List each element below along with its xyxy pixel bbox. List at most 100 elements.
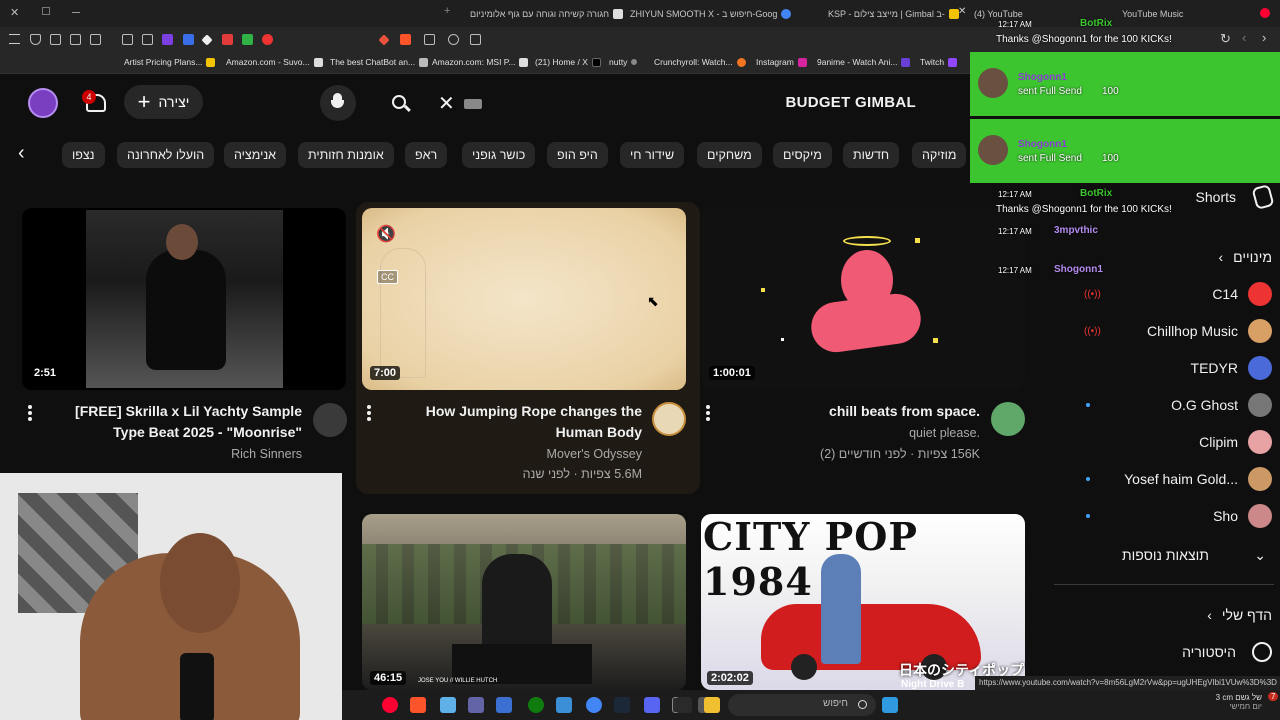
bookmark-item[interactable]: nutty [609,57,638,67]
cast-icon[interactable] [470,34,481,45]
bookmark-item[interactable]: Crunchyroll: Watch... [654,57,746,67]
close-window-icon[interactable]: ✕ [10,6,19,19]
channel-name: TEDYR [1190,360,1238,376]
tab-aluminum-belt[interactable]: חגורה קשיחה וגוחה עם גוף אלומיניום [470,4,624,23]
chip-rap[interactable]: ראפ [405,142,448,168]
chip-live[interactable]: שידור חי [620,142,685,168]
windows-start-icon[interactable] [882,697,898,713]
chip-watched[interactable]: נצפו [62,142,105,168]
channel-avatar[interactable] [313,403,347,437]
tab-zhiyun-search[interactable]: ZHIYUN SMOOTH X - חיפוש ב-Goog [630,4,792,23]
video-title[interactable]: chill beats from space. [740,401,980,422]
zoom-icon[interactable] [448,34,459,45]
ext-diamond-icon[interactable] [201,34,213,46]
brave-shield-icon[interactable] [400,34,411,45]
bookmark-item[interactable]: Amazon.com - Suvo... [226,57,323,67]
screenshot-icon[interactable] [122,34,133,45]
chip-visual-arts[interactable]: אומנות חזותית [298,142,394,168]
keyboard-icon[interactable] [464,99,482,109]
video-thumbnail[interactable]: 2:51 [22,208,346,390]
video-menu-icon[interactable] [28,405,32,421]
discord-taskbar-icon[interactable] [644,697,660,713]
bookmark-item[interactable]: Twitch [920,57,958,67]
weather-widget[interactable]: 3 cm של גשם יום חמישי [1162,693,1262,719]
bookmark-item[interactable]: The best ChatBot an... [330,57,429,67]
bookmark-item[interactable]: Amazon.com: MSI P... [432,57,529,67]
video-title[interactable]: How Jumping Rope changes the Human Body [400,401,642,443]
chip-music[interactable]: מוזיקה [912,142,967,168]
sidebar-channel-og-ghost[interactable]: O.G Ghost [1052,388,1272,422]
app-taskbar-icon[interactable] [556,697,572,713]
video-channel[interactable]: Mover's Odyssey [400,447,642,461]
sidebar-channel-yosef[interactable]: Yosef haim Gold... [1052,462,1272,496]
brave-rewards-icon[interactable] [378,34,390,46]
taskbar-search-box[interactable]: חיפוש [728,694,876,716]
bookmark-item[interactable]: Instagram [756,57,807,67]
id-taskbar-icon[interactable] [502,697,518,713]
video-channel[interactable]: quiet please. [740,426,980,440]
create-button[interactable]: יצירה + [124,85,203,119]
tab-ksp-gimbal[interactable]: KSP - מייצב צילום | Gimbal ב- [828,4,959,23]
video-thumbnail[interactable]: CITY POP 1984 日本のシティポップ Night Drive B 2:… [701,514,1025,690]
minimize-icon[interactable] [72,12,80,13]
brave-taskbar-icon[interactable] [410,697,426,713]
sidebar-channel-clipim[interactable]: Clipim [1052,425,1272,459]
epic-games-taskbar-icon[interactable] [676,697,692,713]
sidebar-channel-chillhop[interactable]: ((•)) Chillhop Music [1052,314,1272,348]
chip-recently-uploaded[interactable]: הועלו לאחרונה [117,142,215,168]
ext-red-icon[interactable] [222,34,233,45]
video-menu-icon[interactable] [706,405,710,421]
notification-badge: 7 [1268,692,1279,701]
voice-search-button[interactable] [320,85,356,121]
ext-purple-icon[interactable] [162,34,173,45]
ext-record-icon[interactable] [262,34,273,45]
sidebar-icon[interactable] [70,34,81,45]
bookmark-item[interactable]: 9anime - Watch Ani... [817,57,911,67]
new-tab-icon[interactable]: + [444,5,450,17]
puzzle-icon[interactable] [142,34,153,45]
chip-fitness[interactable]: כושר גופני [462,142,536,168]
chip-news[interactable]: חדשות [843,142,900,168]
video-title[interactable]: [FREE] Skrilla x Lil Yachty Sample Type … [60,401,302,443]
chip-mixes[interactable]: מיקסים [773,142,832,168]
sidebar-you-header[interactable]: ‹ הדף שלי [1052,598,1272,632]
cc-button[interactable]: CC [377,270,398,284]
reader-icon[interactable] [90,34,101,45]
extensions-icon[interactable] [50,34,61,45]
chips-scroll-left-icon[interactable]: ‹ [18,142,25,165]
video-thumbnail[interactable]: 🔇 CC 7:00 [362,208,686,390]
file-explorer-taskbar-icon[interactable] [704,697,720,713]
channel-avatar[interactable] [991,402,1025,436]
ext-blue-icon[interactable] [183,34,194,45]
video-thumbnail[interactable]: JOSE YOU // WILLIE HUTCH 46:15 [362,514,686,690]
app-taskbar-icon[interactable] [440,697,456,713]
clear-search-icon[interactable]: ✕ [438,91,455,116]
menu-icon[interactable] [9,34,20,44]
chip-animation[interactable]: אנימציה [224,142,287,168]
channel-avatar[interactable] [652,402,686,436]
chrome-taskbar-icon[interactable] [586,697,602,713]
sidebar-channel-sho[interactable]: Sho [1052,499,1272,533]
bookmark-item[interactable]: (21) Home / X [535,57,601,67]
steam-taskbar-icon[interactable] [614,697,630,713]
search-button[interactable] [374,86,430,122]
close-tab-icon[interactable]: ✕ [958,6,966,17]
xbox-taskbar-icon[interactable] [528,697,544,713]
sidebar-item-history[interactable]: היסטוריה [1052,635,1272,669]
search-input[interactable]: BUDGET GIMBAL [785,94,916,111]
ext-green-icon[interactable] [242,34,253,45]
sidebar-channel-tedyr[interactable]: TEDYR [1052,351,1272,385]
sidebar-show-more[interactable]: תוצאות נוספות ⌄ [1052,538,1272,572]
video-menu-icon[interactable] [367,405,371,421]
mute-icon[interactable]: 🔇 [376,224,396,244]
bookmark-item[interactable]: Artist Pricing Plans... [124,57,216,67]
chip-gaming[interactable]: משחקים [697,142,762,168]
video-channel[interactable]: Rich Sinners [60,447,302,461]
tab-list-icon[interactable] [42,7,50,15]
shield-icon[interactable] [30,34,41,45]
teams-taskbar-icon[interactable] [468,697,484,713]
account-avatar[interactable] [28,88,58,118]
youtube-music-taskbar-icon[interactable] [382,697,398,713]
chip-hip-hop[interactable]: היפ הופ [547,142,608,168]
share-icon[interactable] [424,34,435,45]
